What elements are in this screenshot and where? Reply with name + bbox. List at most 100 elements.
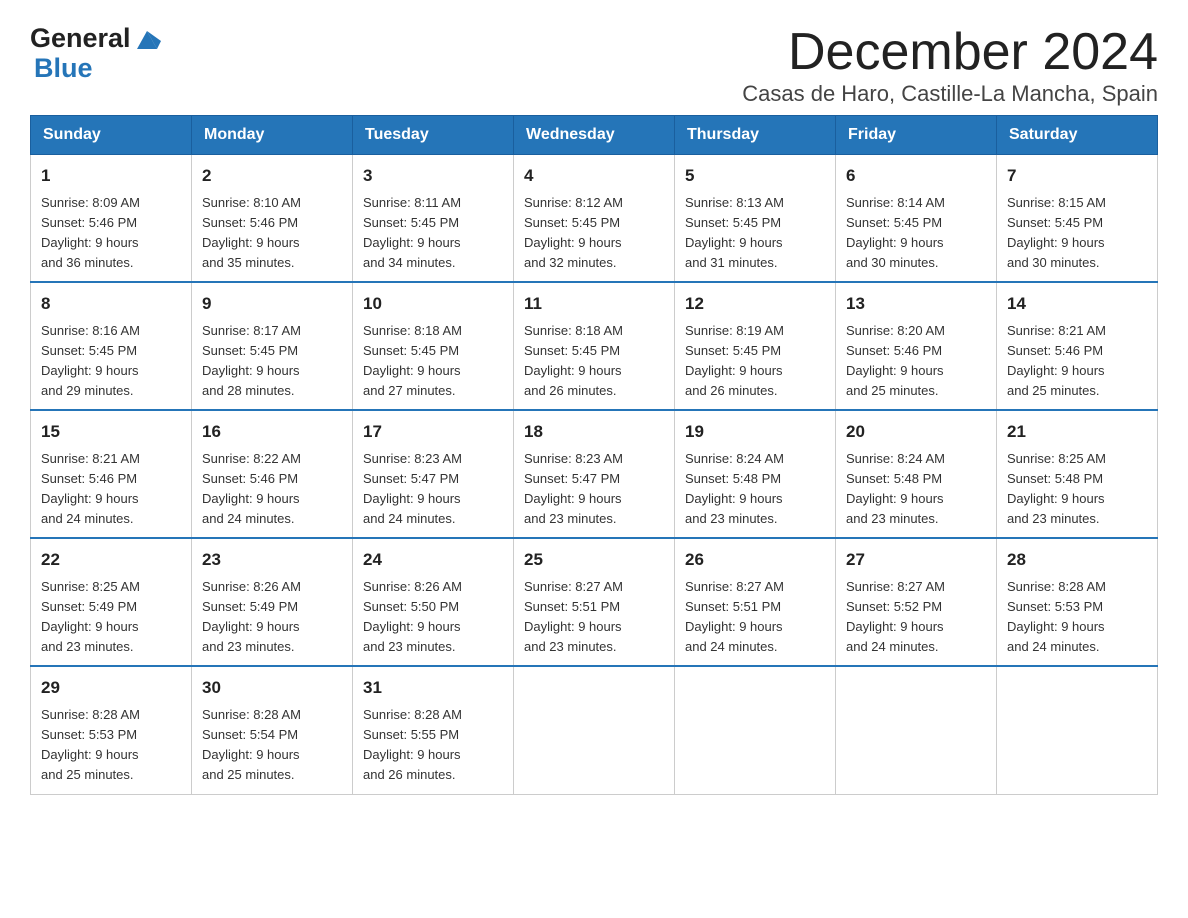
day-number: 28 xyxy=(1007,547,1147,573)
calendar-day-cell: 4 Sunrise: 8:12 AMSunset: 5:45 PMDaylight… xyxy=(514,155,675,283)
day-number: 29 xyxy=(41,675,181,701)
col-header-friday: Friday xyxy=(836,116,997,155)
day-number: 31 xyxy=(363,675,503,701)
calendar-day-cell: 1 Sunrise: 8:09 AMSunset: 5:46 PMDaylight… xyxy=(31,155,192,283)
day-number: 30 xyxy=(202,675,342,701)
day-info: Sunrise: 8:13 AMSunset: 5:45 PMDaylight:… xyxy=(685,193,825,274)
calendar-day-cell xyxy=(675,666,836,794)
day-info: Sunrise: 8:09 AMSunset: 5:46 PMDaylight:… xyxy=(41,193,181,274)
calendar-day-cell: 21Sunrise: 8:25 AMSunset: 5:48 PMDayligh… xyxy=(997,410,1158,538)
calendar-day-cell: 24Sunrise: 8:26 AMSunset: 5:50 PMDayligh… xyxy=(353,538,514,666)
day-info: Sunrise: 8:21 AMSunset: 5:46 PMDaylight:… xyxy=(41,449,181,530)
calendar-day-cell: 2 Sunrise: 8:10 AMSunset: 5:46 PMDaylight… xyxy=(192,155,353,283)
day-info: Sunrise: 8:10 AMSunset: 5:46 PMDaylight:… xyxy=(202,193,342,274)
day-number: 4 xyxy=(524,163,664,189)
calendar-day-cell: 6 Sunrise: 8:14 AMSunset: 5:45 PMDaylight… xyxy=(836,155,997,283)
col-header-wednesday: Wednesday xyxy=(514,116,675,155)
day-number: 19 xyxy=(685,419,825,445)
day-number: 5 xyxy=(685,163,825,189)
calendar-day-cell xyxy=(514,666,675,794)
title-block: December 2024 Casas de Haro, Castille-La… xyxy=(742,24,1158,107)
day-info: Sunrise: 8:26 AMSunset: 5:50 PMDaylight:… xyxy=(363,577,503,658)
calendar-week-row: 8Sunrise: 8:16 AMSunset: 5:45 PMDaylight… xyxy=(31,282,1158,410)
calendar-day-cell: 7 Sunrise: 8:15 AMSunset: 5:45 PMDaylight… xyxy=(997,155,1158,283)
day-number: 6 xyxy=(846,163,986,189)
day-number: 25 xyxy=(524,547,664,573)
day-number: 1 xyxy=(41,163,181,189)
calendar-day-cell: 26Sunrise: 8:27 AMSunset: 5:51 PMDayligh… xyxy=(675,538,836,666)
location-title: Casas de Haro, Castille-La Mancha, Spain xyxy=(742,81,1158,107)
day-number: 12 xyxy=(685,291,825,317)
day-info: Sunrise: 8:28 AMSunset: 5:53 PMDaylight:… xyxy=(41,705,181,786)
calendar-day-cell: 20 Sunrise: 8:24 AMSunset: 5:48 PMDayligh… xyxy=(836,410,997,538)
calendar-day-cell: 19 Sunrise: 8:24 AMSunset: 5:48 PMDayligh… xyxy=(675,410,836,538)
day-info: Sunrise: 8:23 AMSunset: 5:47 PMDaylight:… xyxy=(363,449,503,530)
day-info: Sunrise: 8:25 AMSunset: 5:49 PMDaylight:… xyxy=(41,577,181,658)
calendar-day-cell: 8Sunrise: 8:16 AMSunset: 5:45 PMDaylight… xyxy=(31,282,192,410)
day-info: Sunrise: 8:12 AMSunset: 5:45 PMDaylight:… xyxy=(524,193,664,274)
day-number: 3 xyxy=(363,163,503,189)
calendar-day-cell: 17 Sunrise: 8:23 AMSunset: 5:47 PMDayligh… xyxy=(353,410,514,538)
day-info: Sunrise: 8:15 AMSunset: 5:45 PMDaylight:… xyxy=(1007,193,1147,274)
calendar-day-cell: 25 Sunrise: 8:27 AMSunset: 5:51 PMDayligh… xyxy=(514,538,675,666)
calendar-day-cell: 10 Sunrise: 8:18 AMSunset: 5:45 PMDayligh… xyxy=(353,282,514,410)
day-info: Sunrise: 8:25 AMSunset: 5:48 PMDaylight:… xyxy=(1007,449,1147,530)
calendar-day-cell: 14Sunrise: 8:21 AMSunset: 5:46 PMDayligh… xyxy=(997,282,1158,410)
day-info: Sunrise: 8:17 AMSunset: 5:45 PMDaylight:… xyxy=(202,321,342,402)
day-number: 13 xyxy=(846,291,986,317)
day-info: Sunrise: 8:21 AMSunset: 5:46 PMDaylight:… xyxy=(1007,321,1147,402)
day-number: 9 xyxy=(202,291,342,317)
calendar-day-cell: 15 Sunrise: 8:21 AMSunset: 5:46 PMDayligh… xyxy=(31,410,192,538)
calendar-day-cell: 29 Sunrise: 8:28 AMSunset: 5:53 PMDayligh… xyxy=(31,666,192,794)
day-info: Sunrise: 8:14 AMSunset: 5:45 PMDaylight:… xyxy=(846,193,986,274)
day-info: Sunrise: 8:19 AMSunset: 5:45 PMDaylight:… xyxy=(685,321,825,402)
day-info: Sunrise: 8:20 AMSunset: 5:46 PMDaylight:… xyxy=(846,321,986,402)
day-info: Sunrise: 8:16 AMSunset: 5:45 PMDaylight:… xyxy=(41,321,181,402)
calendar-day-cell: 16 Sunrise: 8:22 AMSunset: 5:46 PMDayligh… xyxy=(192,410,353,538)
col-header-monday: Monday xyxy=(192,116,353,155)
day-info: Sunrise: 8:18 AMSunset: 5:45 PMDaylight:… xyxy=(363,321,503,402)
day-number: 18 xyxy=(524,419,664,445)
page-header: General Blue December 2024 Casas de Haro… xyxy=(30,24,1158,107)
calendar-day-cell: 12 Sunrise: 8:19 AMSunset: 5:45 PMDayligh… xyxy=(675,282,836,410)
day-number: 17 xyxy=(363,419,503,445)
day-number: 22 xyxy=(41,547,181,573)
day-number: 15 xyxy=(41,419,181,445)
day-number: 20 xyxy=(846,419,986,445)
day-info: Sunrise: 8:28 AMSunset: 5:53 PMDaylight:… xyxy=(1007,577,1147,658)
day-info: Sunrise: 8:24 AMSunset: 5:48 PMDaylight:… xyxy=(846,449,986,530)
calendar-week-row: 29 Sunrise: 8:28 AMSunset: 5:53 PMDayligh… xyxy=(31,666,1158,794)
logo-blue-text: Blue xyxy=(34,53,93,83)
day-info: Sunrise: 8:27 AMSunset: 5:51 PMDaylight:… xyxy=(685,577,825,658)
col-header-sunday: Sunday xyxy=(31,116,192,155)
calendar-day-cell xyxy=(836,666,997,794)
calendar-header-row: SundayMondayTuesdayWednesdayThursdayFrid… xyxy=(31,116,1158,155)
day-number: 7 xyxy=(1007,163,1147,189)
calendar-day-cell: 5 Sunrise: 8:13 AMSunset: 5:45 PMDaylight… xyxy=(675,155,836,283)
calendar-day-cell: 18 Sunrise: 8:23 AMSunset: 5:47 PMDayligh… xyxy=(514,410,675,538)
day-info: Sunrise: 8:18 AMSunset: 5:45 PMDaylight:… xyxy=(524,321,664,402)
day-info: Sunrise: 8:27 AMSunset: 5:51 PMDaylight:… xyxy=(524,577,664,658)
day-info: Sunrise: 8:22 AMSunset: 5:46 PMDaylight:… xyxy=(202,449,342,530)
calendar-day-cell: 9 Sunrise: 8:17 AMSunset: 5:45 PMDaylight… xyxy=(192,282,353,410)
day-info: Sunrise: 8:23 AMSunset: 5:47 PMDaylight:… xyxy=(524,449,664,530)
calendar-day-cell: 23Sunrise: 8:26 AMSunset: 5:49 PMDayligh… xyxy=(192,538,353,666)
day-number: 27 xyxy=(846,547,986,573)
col-header-thursday: Thursday xyxy=(675,116,836,155)
logo-triangle-icon xyxy=(133,27,161,53)
day-number: 2 xyxy=(202,163,342,189)
day-info: Sunrise: 8:24 AMSunset: 5:48 PMDaylight:… xyxy=(685,449,825,530)
day-number: 10 xyxy=(363,291,503,317)
calendar-week-row: 22 Sunrise: 8:25 AMSunset: 5:49 PMDayligh… xyxy=(31,538,1158,666)
col-header-tuesday: Tuesday xyxy=(353,116,514,155)
day-number: 16 xyxy=(202,419,342,445)
calendar-day-cell: 31Sunrise: 8:28 AMSunset: 5:55 PMDayligh… xyxy=(353,666,514,794)
calendar-day-cell: 3 Sunrise: 8:11 AMSunset: 5:45 PMDaylight… xyxy=(353,155,514,283)
calendar-week-row: 15 Sunrise: 8:21 AMSunset: 5:46 PMDayligh… xyxy=(31,410,1158,538)
col-header-saturday: Saturday xyxy=(997,116,1158,155)
day-info: Sunrise: 8:11 AMSunset: 5:45 PMDaylight:… xyxy=(363,193,503,274)
calendar-week-row: 1 Sunrise: 8:09 AMSunset: 5:46 PMDaylight… xyxy=(31,155,1158,283)
calendar-day-cell: 22 Sunrise: 8:25 AMSunset: 5:49 PMDayligh… xyxy=(31,538,192,666)
calendar-day-cell: 28 Sunrise: 8:28 AMSunset: 5:53 PMDayligh… xyxy=(997,538,1158,666)
day-number: 11 xyxy=(524,291,664,317)
